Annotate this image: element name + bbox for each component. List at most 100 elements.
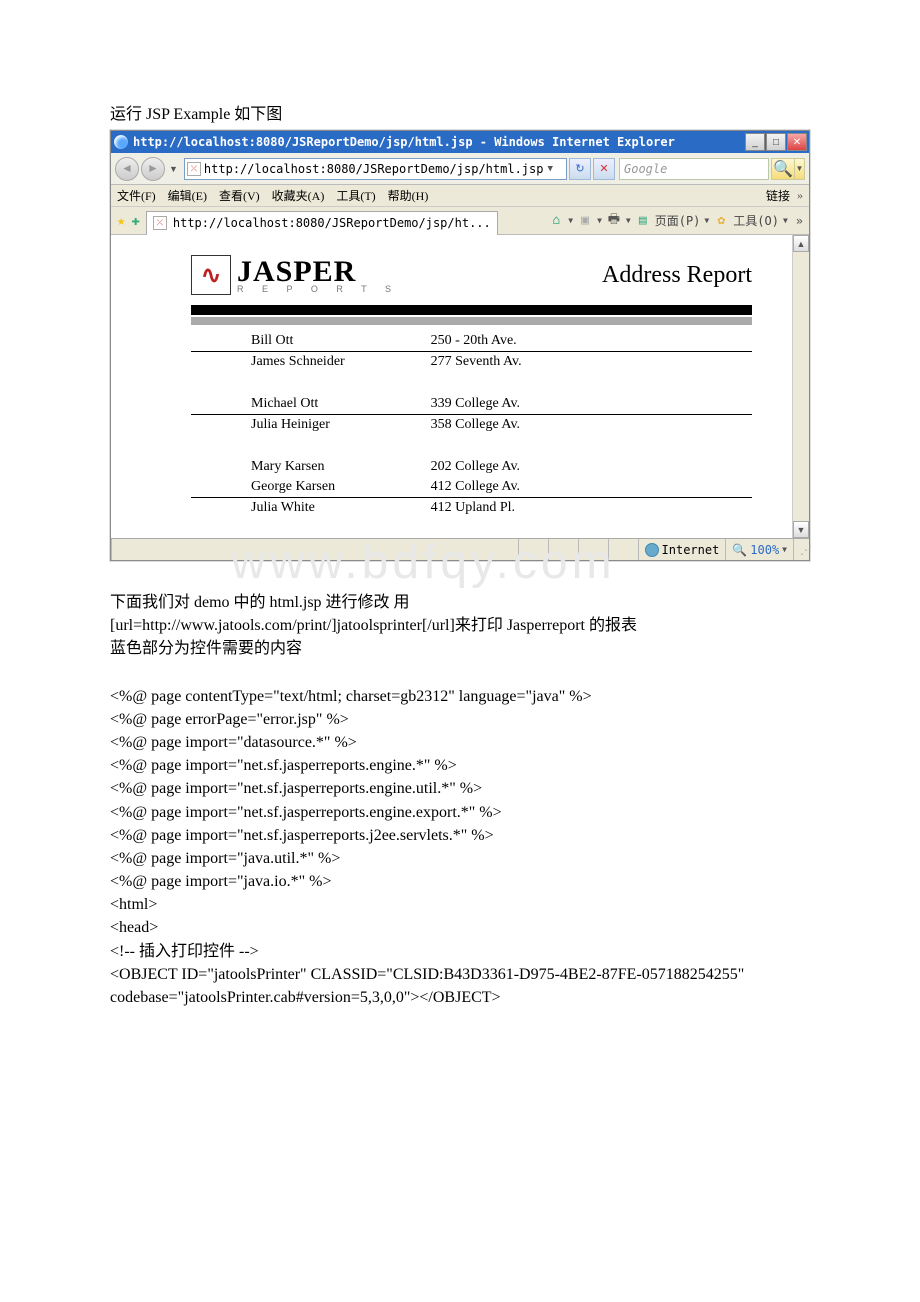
address-cell: 358 College Av. bbox=[427, 415, 752, 436]
menu-links[interactable]: 链接 » bbox=[766, 187, 803, 204]
table-row: Bill Ott250 - 20th Ave. bbox=[191, 331, 752, 352]
table-row: James Schneider277 Seventh Av. bbox=[191, 352, 752, 373]
back-button[interactable]: ◄ bbox=[115, 157, 139, 181]
page-icon bbox=[187, 162, 201, 176]
address-cell: 202 College Av. bbox=[427, 457, 752, 477]
table-row: Julia Heiniger358 College Av. bbox=[191, 415, 752, 436]
address-cell: 339 College Av. bbox=[427, 394, 752, 415]
page-icon[interactable]: ▤ bbox=[635, 213, 651, 229]
chevron-right-icon[interactable]: » bbox=[796, 214, 803, 228]
home-icon[interactable]: ⌂ bbox=[548, 213, 564, 229]
jasper-logo: ∿ JASPER R E P O R T S bbox=[191, 255, 399, 295]
report-table: Bill Ott250 - 20th Ave.James Schneider27… bbox=[191, 331, 752, 518]
tools-label[interactable]: 工具(O) bbox=[733, 212, 779, 229]
address-cell: 412 College Av. bbox=[427, 477, 752, 498]
table-row: Julia White412 Upland Pl. bbox=[191, 498, 752, 519]
address-cell: 277 Seventh Av. bbox=[427, 352, 752, 373]
menu-bar: 文件(F) 编辑(E) 查看(V) 收藏夹(A) 工具(T) 帮助(H) 链接 … bbox=[111, 185, 809, 207]
browser-tab[interactable]: http://localhost:8080/JSReportDemo/jsp/h… bbox=[146, 211, 498, 235]
code-line: <head> bbox=[110, 916, 810, 939]
name-cell: Bill Ott bbox=[191, 331, 427, 352]
logo-mark-icon: ∿ bbox=[191, 255, 231, 295]
report-title: Address Report bbox=[602, 262, 752, 289]
code-line: <html> bbox=[110, 893, 810, 916]
code-line: <%@ page errorPage="error.jsp" %> bbox=[110, 708, 810, 731]
menu-edit[interactable]: 编辑(E) bbox=[168, 187, 207, 204]
name-cell: Julia White bbox=[191, 498, 427, 519]
history-dropdown-icon[interactable]: ▼ bbox=[169, 164, 178, 174]
zoom-control[interactable]: 🔍 100% ▼ bbox=[725, 539, 793, 560]
code-line: <%@ page contentType="text/html; charset… bbox=[110, 685, 810, 708]
logo-sub-text: R E P O R T S bbox=[237, 285, 399, 294]
refresh-button[interactable]: ↻ bbox=[569, 158, 591, 180]
resize-grip-icon[interactable]: ⋰ bbox=[793, 539, 809, 560]
group-spacer bbox=[191, 435, 752, 457]
favorites-star-icon[interactable]: ★ bbox=[117, 213, 125, 229]
rss-icon[interactable]: ▣ bbox=[577, 213, 593, 229]
vertical-scrollbar[interactable]: ▲ ▼ bbox=[792, 235, 809, 538]
page-label[interactable]: 页面(P) bbox=[655, 212, 701, 229]
report-page: ∿ JASPER R E P O R T S Address Report Bi… bbox=[111, 235, 792, 538]
add-favorite-icon[interactable]: ✚ bbox=[131, 213, 139, 229]
menu-view[interactable]: 查看(V) bbox=[219, 187, 260, 204]
search-split-icon[interactable]: ▼ bbox=[795, 158, 805, 180]
search-go-button[interactable]: 🔍 bbox=[771, 158, 795, 180]
minimize-button[interactable]: _ bbox=[745, 133, 765, 151]
dropdown-icon[interactable]: ▼ bbox=[704, 216, 709, 225]
address-dropdown-icon[interactable]: ▼ bbox=[547, 164, 552, 174]
dropdown-icon[interactable]: ▼ bbox=[597, 216, 602, 225]
para-line-3: 蓝色部分为控件需要的内容 bbox=[110, 637, 810, 660]
window-title: http://localhost:8080/JSReportDemo/jsp/h… bbox=[133, 135, 675, 149]
menu-tools[interactable]: 工具(T) bbox=[336, 187, 375, 204]
code-line: <%@ page import="net.sf.jasperreports.en… bbox=[110, 754, 810, 777]
para-line-1: 下面我们对 demo 中的 html.jsp 进行修改 用 bbox=[110, 591, 810, 614]
search-box[interactable]: Google bbox=[619, 158, 769, 180]
address-bar[interactable]: http://localhost:8080/JSReportDemo/jsp/h… bbox=[184, 158, 567, 180]
code-line: <%@ page import="net.sf.jasperreports.en… bbox=[110, 777, 810, 800]
tab-bar: ★ ✚ http://localhost:8080/JSReportDemo/j… bbox=[111, 207, 809, 235]
dropdown-icon[interactable]: ▼ bbox=[626, 216, 631, 225]
maximize-button[interactable]: □ bbox=[766, 133, 786, 151]
logo-main-text: JASPER bbox=[237, 257, 399, 287]
group-spacer bbox=[191, 372, 752, 394]
gear-icon[interactable]: ✿ bbox=[713, 213, 729, 229]
code-line: <!-- 插入打印控件 --> bbox=[110, 940, 810, 963]
header-black-bar bbox=[191, 305, 752, 315]
para-line-2: [url=http://www.jatools.com/print/]jatoo… bbox=[110, 614, 810, 637]
dropdown-icon[interactable]: ▼ bbox=[783, 216, 788, 225]
close-button[interactable]: ✕ bbox=[787, 133, 807, 151]
name-cell: George Karsen bbox=[191, 477, 427, 498]
code-block: <%@ page contentType="text/html; charset… bbox=[110, 685, 810, 1010]
stop-button[interactable]: ✕ bbox=[593, 158, 615, 180]
name-cell: Michael Ott bbox=[191, 394, 427, 415]
menu-favorites[interactable]: 收藏夹(A) bbox=[272, 187, 325, 204]
address-text: http://localhost:8080/JSReportDemo/jsp/h… bbox=[204, 162, 544, 176]
print-icon[interactable]: 🖶 bbox=[606, 213, 622, 229]
address-cell: 412 Upland Pl. bbox=[427, 498, 752, 519]
browser-window: http://localhost:8080/JSReportDemo/jsp/h… bbox=[110, 130, 810, 561]
intro-text: 运行 JSP Example 如下图 bbox=[110, 100, 810, 124]
security-zone: Internet bbox=[638, 539, 726, 560]
code-line: <%@ page import="net.sf.jasperreports.en… bbox=[110, 801, 810, 824]
tab-page-icon bbox=[153, 216, 167, 230]
name-cell: Julia Heiniger bbox=[191, 415, 427, 436]
content-area: ∿ JASPER R E P O R T S Address Report Bi… bbox=[111, 235, 809, 538]
title-bar: http://localhost:8080/JSReportDemo/jsp/h… bbox=[111, 131, 809, 153]
scroll-up-icon[interactable]: ▲ bbox=[793, 235, 809, 252]
dropdown-icon[interactable]: ▼ bbox=[568, 216, 573, 225]
name-cell: James Schneider bbox=[191, 352, 427, 373]
nav-bar: ◄ ► ▼ http://localhost:8080/JSReportDemo… bbox=[111, 153, 809, 185]
scroll-down-icon[interactable]: ▼ bbox=[793, 521, 809, 538]
forward-button[interactable]: ► bbox=[141, 157, 165, 181]
menu-help[interactable]: 帮助(H) bbox=[388, 187, 429, 204]
code-line: <%@ page import="net.sf.jasperreports.j2… bbox=[110, 824, 810, 847]
code-line: <%@ page import="datasource.*" %> bbox=[110, 731, 810, 754]
menu-file[interactable]: 文件(F) bbox=[117, 187, 156, 204]
address-cell: 250 - 20th Ave. bbox=[427, 331, 752, 352]
tab-title: http://localhost:8080/JSReportDemo/jsp/h… bbox=[173, 216, 491, 230]
code-line: <%@ page import="java.util.*" %> bbox=[110, 847, 810, 870]
ie-icon bbox=[113, 134, 129, 150]
code-line: <OBJECT ID="jatoolsPrinter" CLASSID="CLS… bbox=[110, 963, 810, 986]
code-line: <%@ page import="java.io.*" %> bbox=[110, 870, 810, 893]
table-row: Mary Karsen202 College Av. bbox=[191, 457, 752, 477]
